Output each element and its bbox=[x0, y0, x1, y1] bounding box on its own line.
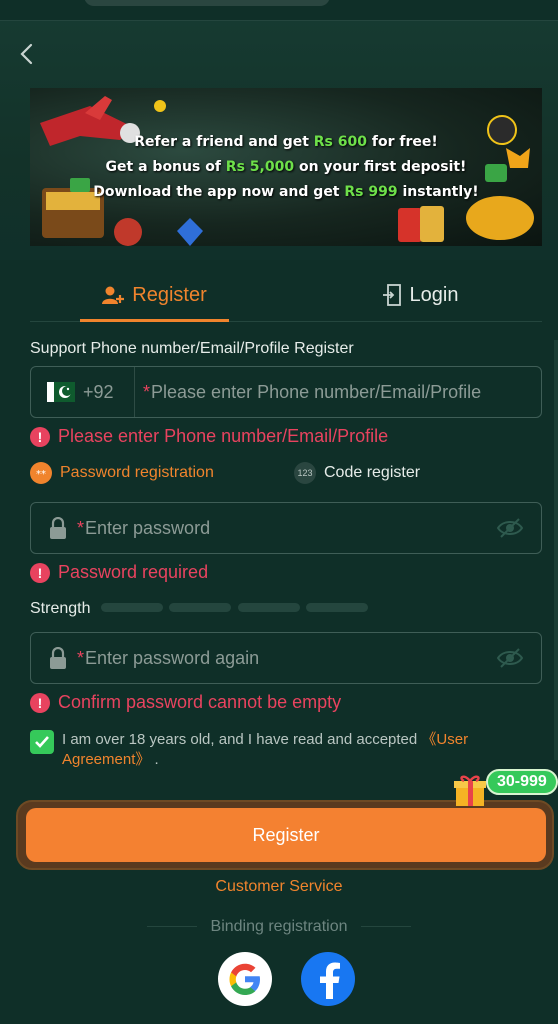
pakistan-flag-icon bbox=[47, 382, 75, 402]
divider-left bbox=[146, 926, 197, 928]
password-error-text: Password required bbox=[58, 562, 209, 582]
facebook-login-button[interactable] bbox=[301, 952, 355, 1006]
strength-label: Strength bbox=[30, 600, 91, 617]
google-login-button[interactable] bbox=[218, 952, 272, 1006]
eye-off-icon[interactable] bbox=[497, 517, 523, 539]
lock-icon bbox=[50, 647, 66, 669]
divider-right bbox=[361, 926, 412, 928]
account-field: +92 * bbox=[30, 366, 542, 418]
account-error-text: Please enter Phone number/Email/Profile bbox=[58, 426, 389, 446]
account-error: ! Please enter Phone number/Email/Profil… bbox=[30, 426, 388, 447]
user-plus-icon bbox=[102, 286, 125, 304]
mode-password-label: Password registration bbox=[60, 464, 214, 481]
error-icon: ! bbox=[30, 562, 50, 583]
account-input[interactable] bbox=[151, 367, 541, 417]
banner-line-3: Download the app now and get Rs 999 inst… bbox=[93, 184, 479, 200]
agreement-tail: . bbox=[150, 751, 159, 768]
mode-code-label: Code register bbox=[324, 464, 421, 481]
register-button[interactable]: Register bbox=[26, 808, 546, 862]
banner-text: Refer a friend and get Rs 600 for free! … bbox=[30, 130, 542, 205]
lock-icon bbox=[50, 517, 66, 539]
facebook-icon bbox=[320, 962, 340, 999]
confirm-error: ! Confirm password cannot be empty bbox=[30, 692, 341, 713]
agree-checkbox[interactable] bbox=[30, 730, 54, 754]
confirm-password-field: * bbox=[30, 632, 542, 684]
tab-login[interactable]: Login bbox=[360, 268, 480, 322]
error-icon: ! bbox=[30, 426, 50, 447]
required-mark: * bbox=[77, 517, 85, 538]
back-button[interactable] bbox=[12, 38, 40, 70]
binding-label: Binding registration bbox=[210, 918, 348, 935]
promo-banner[interactable]: Refer a friend and get Rs 600 for free! … bbox=[30, 88, 542, 246]
mode-password-registration[interactable]: ** Password registration bbox=[30, 462, 214, 484]
binding-registration: Binding registration bbox=[0, 918, 558, 936]
banner-line-1: Refer a friend and get Rs 600 for free! bbox=[134, 134, 438, 150]
required-mark: * bbox=[143, 381, 151, 402]
confirm-password-input[interactable] bbox=[85, 633, 541, 683]
strength-segment bbox=[169, 603, 231, 612]
country-code: +92 bbox=[83, 381, 114, 402]
eye-off-icon[interactable] bbox=[497, 647, 523, 669]
required-mark: * bbox=[77, 647, 85, 668]
banner-line-2: Get a bonus of Rs 5,000 on your first de… bbox=[105, 159, 467, 175]
agreement-text: I am over 18 years old, and I have read … bbox=[62, 730, 530, 770]
password-mode-icon: ** bbox=[30, 462, 52, 484]
password-field: * bbox=[30, 502, 542, 554]
back-arrow-icon bbox=[20, 43, 33, 65]
agreement-row: I am over 18 years old, and I have read … bbox=[30, 730, 530, 770]
check-icon bbox=[35, 736, 49, 748]
google-icon bbox=[229, 963, 260, 995]
agreement-statement: I am over 18 years old, and I have read … bbox=[62, 731, 422, 748]
mode-code-register[interactable]: 123 Code register bbox=[294, 462, 420, 484]
gift-bonus-badge[interactable]: 30-999 bbox=[486, 769, 558, 795]
tab-register[interactable]: Register bbox=[80, 268, 229, 322]
strength-segment bbox=[101, 603, 163, 612]
password-input[interactable] bbox=[85, 503, 541, 553]
tab-register-label: Register bbox=[132, 283, 207, 306]
gift-icon[interactable] bbox=[452, 772, 488, 808]
code-mode-icon: 123 bbox=[294, 462, 316, 484]
status-pill bbox=[84, 0, 330, 6]
confirm-error-text: Confirm password cannot be empty bbox=[58, 692, 342, 712]
account-label: Support Phone number/Email/Profile Regis… bbox=[30, 340, 354, 357]
scrollbar[interactable] bbox=[554, 340, 558, 760]
strength-segment bbox=[306, 603, 368, 612]
header-divider bbox=[0, 20, 558, 21]
password-error: ! Password required bbox=[30, 562, 208, 583]
tab-login-label: Login bbox=[409, 283, 459, 306]
auth-tabs: Register Login bbox=[30, 268, 542, 322]
login-door-icon bbox=[382, 284, 401, 306]
country-code-select[interactable]: +92 bbox=[31, 367, 135, 417]
strength-segment bbox=[238, 603, 300, 612]
error-icon: ! bbox=[30, 692, 50, 713]
customer-service-link[interactable]: Customer Service bbox=[0, 878, 558, 896]
svg-text:**: ** bbox=[36, 469, 46, 480]
